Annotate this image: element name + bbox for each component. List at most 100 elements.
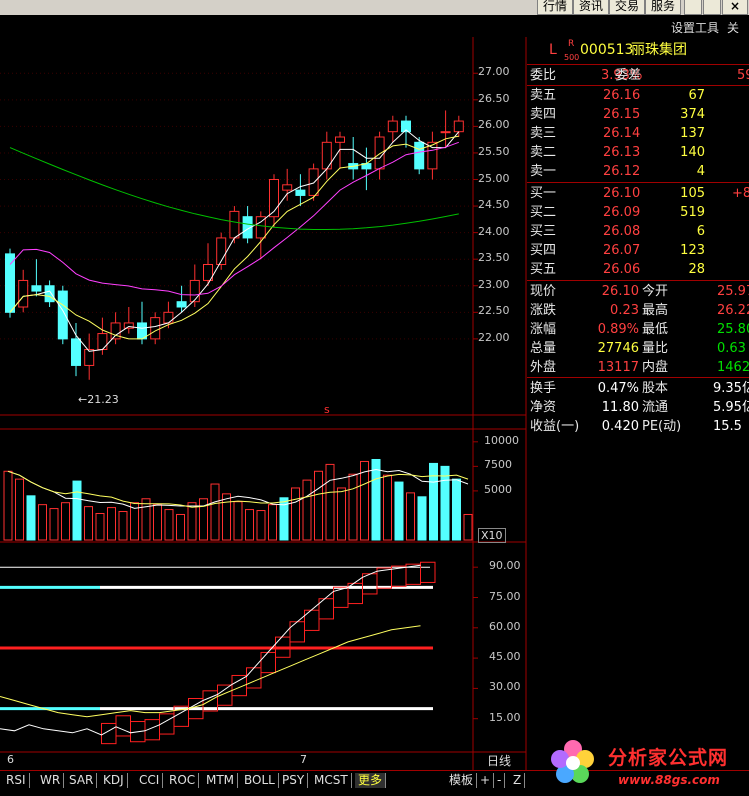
menu-news-button[interactable]: 资讯 xyxy=(573,0,609,15)
sar-box xyxy=(289,621,305,643)
buy-row: 买二 26.09 519 xyxy=(527,203,749,222)
kdj-tick-label: 75.00 xyxy=(489,589,521,603)
close-icon[interactable]: × xyxy=(722,0,748,15)
candle-body xyxy=(57,290,68,340)
price-tick-label: 26.00 xyxy=(478,118,510,132)
stock-code: 000513 xyxy=(580,42,634,58)
tab-9[interactable]: PSY xyxy=(279,773,309,788)
volume-tick-label: 10000 xyxy=(484,433,519,447)
quote-sep-1 xyxy=(527,64,749,65)
quote-sep-5 xyxy=(527,377,749,378)
candle-body xyxy=(71,338,81,366)
fund-value: 0.420 xyxy=(601,419,639,434)
volume-bar xyxy=(268,504,277,541)
tab-control-3[interactable]: - xyxy=(494,773,506,788)
weicha-label: 委差 xyxy=(615,68,642,83)
period-label[interactable]: 日线 xyxy=(487,752,511,769)
tab-control-4[interactable]: Z xyxy=(510,773,526,788)
sell-volume: 67 xyxy=(688,88,705,103)
candle-body xyxy=(176,301,187,308)
stat-label-2: 最低 xyxy=(642,322,669,337)
menu-trade-button[interactable]: 交易 xyxy=(609,0,645,15)
volume-bar xyxy=(383,474,392,541)
tab-11[interactable]: 更多 xyxy=(355,773,387,788)
tab-control-1[interactable]: 模板 xyxy=(446,773,478,788)
volume-bar xyxy=(210,483,220,541)
low-price-marker: ←21.23 xyxy=(78,393,119,406)
buy-price: 26.08 xyxy=(603,224,641,239)
volume-bar xyxy=(61,502,70,541)
tab-6[interactable]: ROC xyxy=(166,773,200,788)
stat-value: 0.23 xyxy=(610,303,639,318)
sell-volume: 374 xyxy=(680,107,705,122)
menu-service-button[interactable]: 服务 xyxy=(645,0,681,15)
fund-label-2: 股本 xyxy=(642,381,669,396)
price-tick-label: 22.50 xyxy=(478,304,510,318)
buy-level-label: 买三 xyxy=(530,224,557,239)
kdj-tick-label: 60.00 xyxy=(489,619,521,633)
fund-label-2: PE(动) xyxy=(642,419,682,434)
menu-extra-button[interactable] xyxy=(684,0,702,15)
tab-3[interactable]: SAR xyxy=(66,773,98,788)
volume-bar xyxy=(187,502,197,541)
volume-bar xyxy=(325,463,335,541)
candle-body xyxy=(414,141,425,170)
stat-value-2: 0.63 xyxy=(717,341,746,356)
volume-bar xyxy=(153,504,162,541)
toolbar xyxy=(0,15,749,37)
volume-bar xyxy=(164,509,174,541)
tab-8[interactable]: BOLL xyxy=(241,773,279,788)
fund-value-2: 15.5 xyxy=(713,419,742,434)
stat-label: 涨幅 xyxy=(530,322,557,337)
tab-1[interactable]: RSI xyxy=(3,773,30,788)
stat-value-2: 25.80 xyxy=(717,322,749,337)
candle-body xyxy=(189,279,200,303)
stat-label: 涨跌 xyxy=(530,303,557,318)
candle-body xyxy=(374,136,385,170)
buy-change: +89 xyxy=(732,186,749,201)
sell-level-label: 卖一 xyxy=(530,164,557,179)
volume-bar xyxy=(348,473,358,541)
tab-control-2[interactable]: + xyxy=(477,773,495,788)
price-tick-label: 22.00 xyxy=(478,330,510,344)
volume-bar xyxy=(302,479,312,541)
volume-bar xyxy=(314,470,323,541)
fund-row: 净资 11.80 流通 5.95亿 xyxy=(527,398,749,417)
logo-title: 分析家公式网 xyxy=(608,747,729,769)
kdj-tick-label: 30.00 xyxy=(489,680,521,694)
fund-row: 换手 0.47% 股本 9.35亿 xyxy=(527,379,749,398)
buy-volume: 6 xyxy=(696,224,705,239)
tab-5[interactable]: CCI xyxy=(136,773,164,788)
tab-7[interactable]: MTM xyxy=(203,773,239,788)
candle-body xyxy=(440,131,451,134)
volume-bar xyxy=(95,512,105,541)
sell-price: 26.14 xyxy=(603,126,641,141)
buy-row: 买四 26.07 123 xyxy=(527,241,749,260)
stat-row: 总量 27746 量比 0.63 xyxy=(527,339,749,358)
stat-value-2: 14629 xyxy=(717,360,749,375)
fund-label: 换手 xyxy=(530,381,557,396)
tab-2[interactable]: WR xyxy=(37,773,65,788)
buy-row: 买一 26.10 105 +89 xyxy=(527,184,749,203)
price-tick-label: 23.00 xyxy=(478,277,510,291)
top-menu-bar: 行情 资讯 交易 服务 × xyxy=(0,0,749,15)
settings-tools-button[interactable]: 设置工具 xyxy=(671,19,719,36)
sell-row: 卖一 26.12 4 xyxy=(527,162,749,181)
candle-body xyxy=(84,349,95,366)
kdj-tick-label: 45.00 xyxy=(489,650,521,664)
buy-price: 26.07 xyxy=(603,243,641,258)
tab-10[interactable]: MCST xyxy=(311,773,352,788)
candle-body xyxy=(387,120,398,133)
price-tick-label: 26.50 xyxy=(478,91,510,105)
indicator-line-2 xyxy=(0,625,421,718)
tab-4[interactable]: KDJ xyxy=(100,773,128,788)
weibi-label: 委比 xyxy=(530,68,557,83)
menu-extra2-button[interactable] xyxy=(703,0,721,15)
candle-body xyxy=(150,317,161,340)
fund-label: 收益(一) xyxy=(530,419,580,434)
stat-row: 外盘 13117内盘 14629 xyxy=(527,358,749,377)
volume-bar xyxy=(141,498,151,541)
stat-row: 现价 26.10今开 25.97 xyxy=(527,282,749,301)
menu-quotes-button[interactable]: 行情 xyxy=(537,0,573,15)
fund-value: 11.80 xyxy=(601,400,639,415)
